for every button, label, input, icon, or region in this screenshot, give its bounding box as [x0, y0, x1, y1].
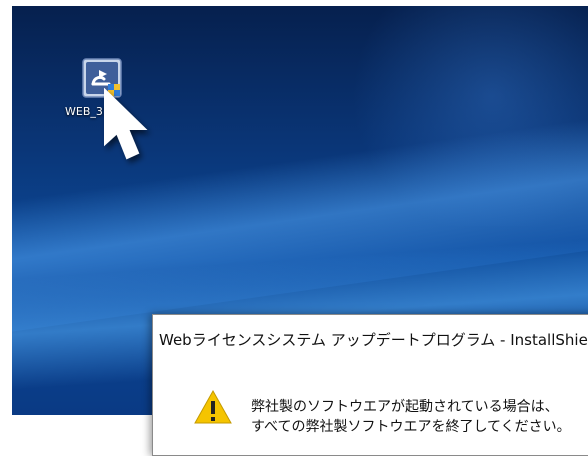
mouse-cursor-icon	[95, 87, 167, 182]
warning-icon	[193, 389, 233, 429]
dialog-title: Webライセンスシステム アップデートプログラム - InstallShie	[159, 331, 588, 349]
dialog-message-line2: すべての弊社製ソフトウエアを終了してください。	[251, 419, 571, 435]
dialog-message-line1: 弊社製のソフトウエアが起動されている場合は、	[251, 399, 559, 415]
installshield-dialog[interactable]: Webライセンスシステム アップデートプログラム - InstallShie 弊…	[152, 314, 588, 456]
dialog-message: 弊社製のソフトウエアが起動されている場合は、 すべての弊社製ソフトウエアを終了し…	[251, 397, 571, 437]
